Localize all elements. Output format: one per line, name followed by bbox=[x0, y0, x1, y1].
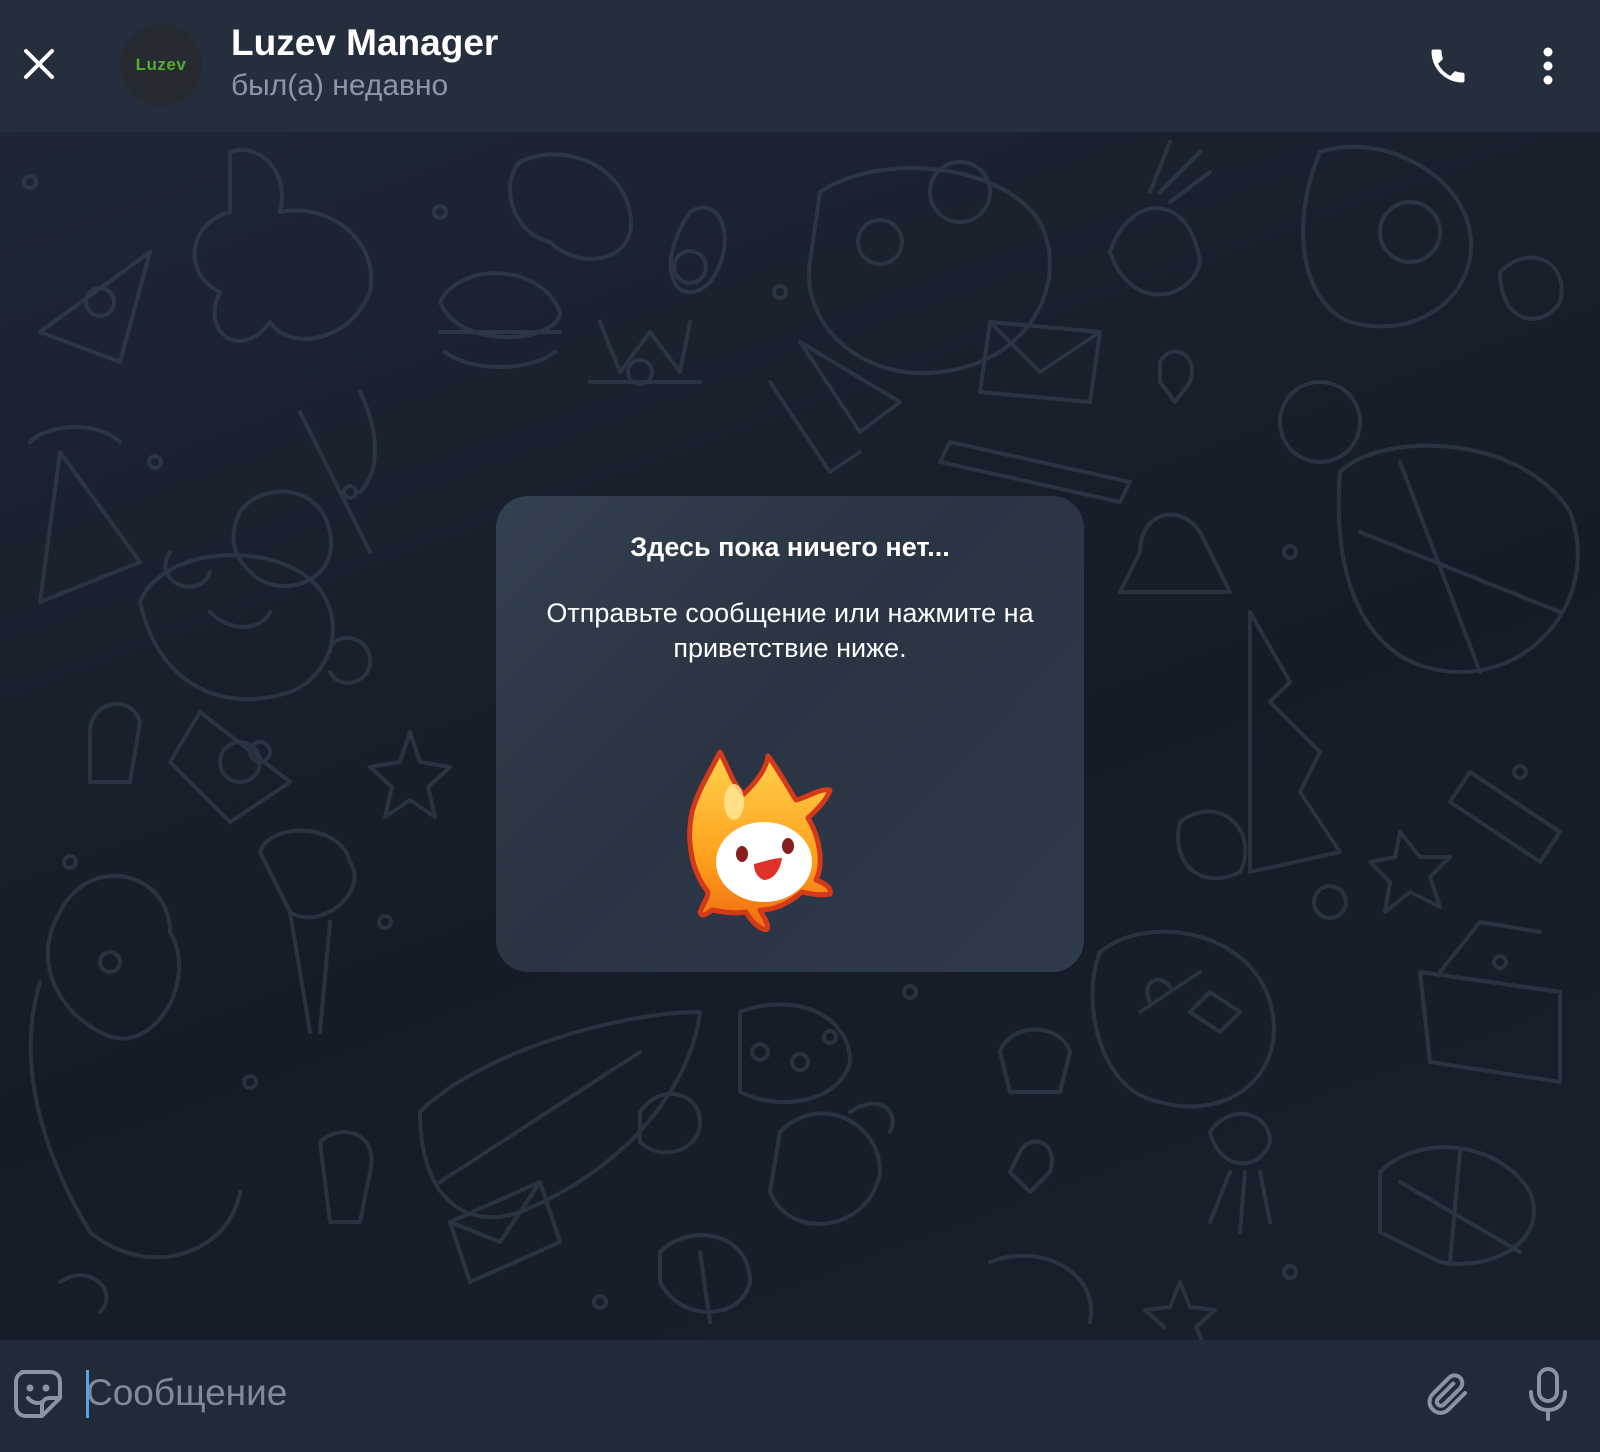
close-button[interactable] bbox=[14, 36, 64, 92]
empty-chat-card: Здесь пока ничего нет... Отправьте сообщ… bbox=[496, 496, 1084, 972]
microphone-button[interactable] bbox=[1518, 1362, 1578, 1426]
microphone-icon bbox=[1529, 1367, 1567, 1421]
greeting-sticker[interactable] bbox=[682, 742, 852, 933]
paperclip-icon bbox=[1427, 1373, 1467, 1415]
phone-icon bbox=[1431, 49, 1465, 83]
more-vertical-icon bbox=[1543, 47, 1553, 85]
close-icon bbox=[24, 49, 54, 79]
text-cursor bbox=[86, 1370, 89, 1418]
sticker-emoji-icon bbox=[14, 1370, 62, 1418]
avatar-text: Luzev bbox=[135, 55, 187, 74]
call-button[interactable] bbox=[1420, 38, 1476, 94]
avatar[interactable]: Luzev bbox=[120, 24, 202, 106]
emoji-button[interactable] bbox=[8, 1364, 68, 1424]
empty-chat-description: Отправьте сообщение или нажмите на приве… bbox=[546, 598, 1034, 663]
more-options-button[interactable] bbox=[1520, 38, 1576, 94]
chat-status: был(а) недавно bbox=[231, 69, 449, 102]
message-composer bbox=[0, 1340, 1600, 1452]
chat-header: Luzev Luzev Manager был(а) недавно bbox=[0, 0, 1600, 132]
attach-button[interactable] bbox=[1418, 1364, 1478, 1424]
empty-chat-title: Здесь пока ничего нет... bbox=[630, 532, 950, 562]
message-input[interactable] bbox=[86, 1362, 1386, 1424]
greeting-sticker-image bbox=[687, 749, 833, 933]
chat-title[interactable]: Luzev Manager bbox=[231, 22, 498, 64]
chat-screen: Luzev Luzev Manager был(а) недавно Здесь… bbox=[0, 0, 1600, 1452]
